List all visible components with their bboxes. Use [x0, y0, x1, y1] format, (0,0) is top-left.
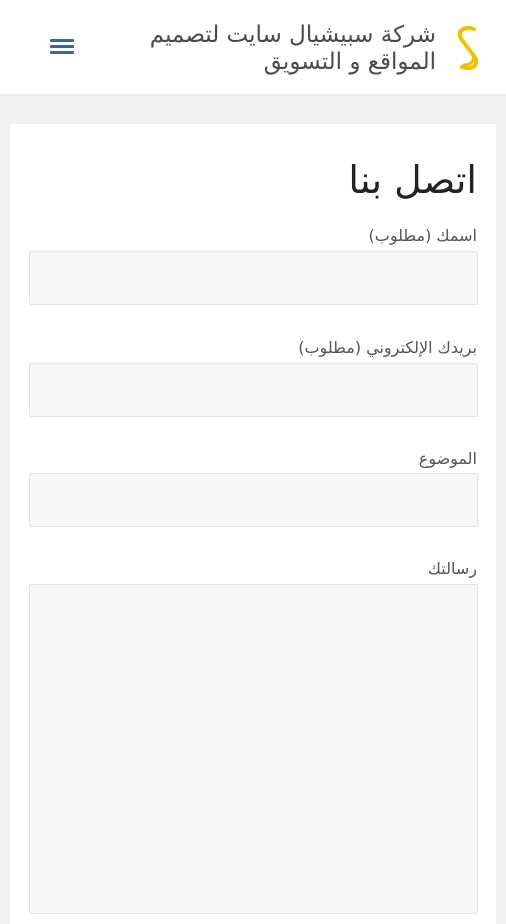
site-logo-icon[interactable]: [452, 23, 484, 73]
subject-field[interactable]: [29, 473, 478, 527]
menu-bar: [50, 45, 74, 48]
page-title: اتصل بنا: [348, 158, 477, 202]
menu-bar: [50, 39, 74, 42]
site-header: شركة سبيشيال سايت لتصميم المواقع و التسو…: [0, 0, 506, 95]
name-label: اسمك (مطلوب): [368, 226, 477, 245]
hamburger-menu-icon[interactable]: [44, 36, 74, 60]
email-field[interactable]: [29, 363, 478, 417]
name-field[interactable]: [29, 251, 478, 305]
message-field[interactable]: [29, 584, 478, 914]
email-label: بريدك الإلكتروني (مطلوب): [298, 338, 477, 357]
contact-card: اتصل بنا اسمك (مطلوب) بريدك الإلكتروني (…: [10, 124, 496, 924]
subject-label: الموضوع: [418, 449, 477, 468]
menu-bar: [50, 51, 74, 54]
site-title[interactable]: شركة سبيشيال سايت لتصميم المواقع و التسو…: [116, 22, 436, 76]
message-label: رسالتك: [427, 559, 477, 578]
